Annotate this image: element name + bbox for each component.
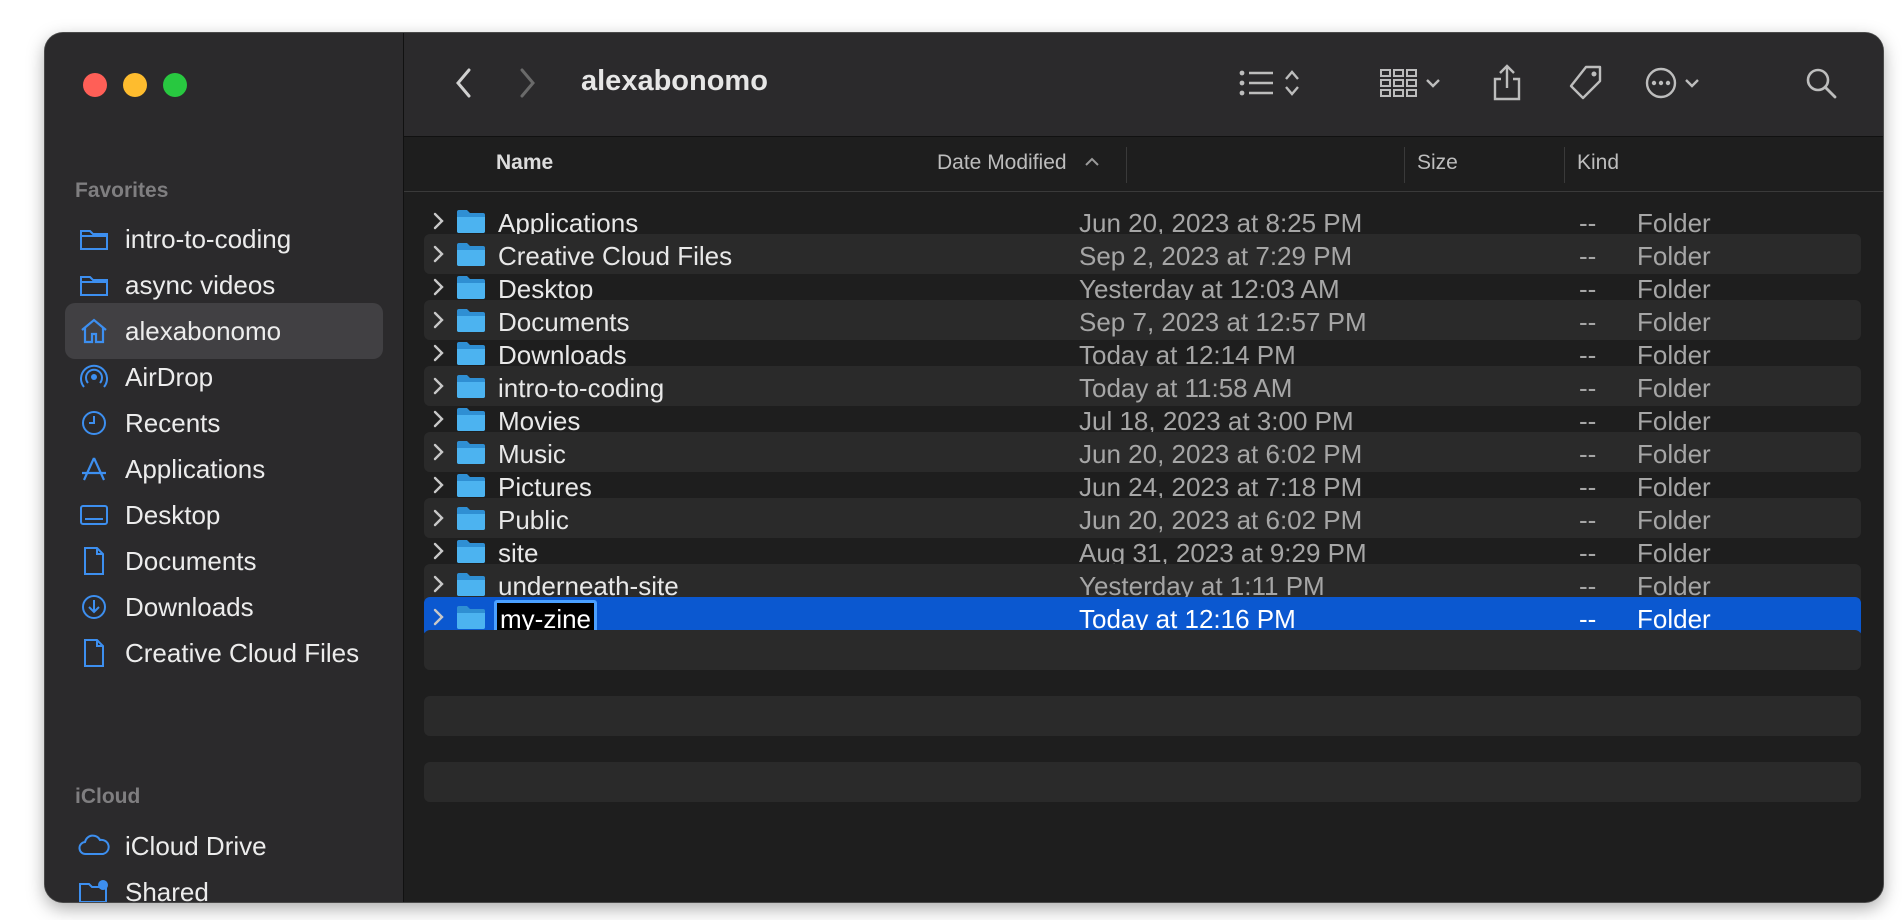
empty-row [424,762,1861,802]
tag-icon [1566,63,1606,108]
sidebar-item-creative-cloud-files[interactable]: Creative Cloud Files [65,625,383,681]
sidebar-item-label: async videos [125,269,276,300]
column-header-size[interactable]: Size [1417,151,1458,175]
cloud-icon [77,829,111,863]
folder-icon [77,222,111,256]
sidebar-item-label: Creative Cloud Files [125,637,360,668]
main-pane: alexabonomo Name Date Modified Size Kind… [404,33,1883,902]
column-header-kind[interactable]: Kind [1577,151,1619,175]
chevron-up-down-icon [1284,68,1300,103]
minimize-button[interactable] [123,73,147,97]
group-button[interactable] [1370,63,1450,107]
chevron-down-icon [1684,76,1700,94]
search-button[interactable] [1799,63,1843,107]
column-divider[interactable] [1404,147,1405,183]
favorites-section-label: Favorites [75,179,169,202]
close-button[interactable] [83,73,107,97]
list-view-icon [1238,68,1276,103]
share-icon [1491,63,1523,108]
download-icon [77,590,111,624]
more-actions-button[interactable] [1636,63,1708,107]
sidebar-item-label: intro-to-coding [125,223,292,254]
tags-button[interactable] [1562,61,1610,109]
shared-folder-icon [77,875,111,902]
ellipsis-circle-icon [1644,66,1678,105]
grid-icon [1379,67,1419,104]
share-button[interactable] [1485,61,1529,109]
sidebar-item-label: Documents [125,545,257,576]
document-icon [77,544,111,578]
column-divider[interactable] [1564,147,1565,183]
sidebar-item-label: Applications [125,453,266,484]
applications-icon [77,452,111,486]
empty-row [424,630,1861,670]
sidebar-item-label: iCloud Drive [125,830,267,861]
column-divider[interactable] [1126,147,1127,183]
view-options-button[interactable] [1229,63,1309,107]
sidebar-item-label: Recents [125,407,221,438]
clock-icon [77,406,111,440]
sidebar-item-label: alexabonomo [125,315,282,346]
window-controls [83,73,187,97]
sidebar-item-label: Shared [125,876,209,903]
chevron-right-icon [516,66,538,105]
toolbar: alexabonomo [404,33,1883,137]
chevron-down-icon [1425,76,1441,94]
sidebar-item-label: Downloads [125,591,254,622]
back-button[interactable] [444,65,484,105]
zoom-button[interactable] [163,73,187,97]
window-title: alexabonomo [581,65,768,97]
forward-button[interactable] [507,65,547,105]
desktop-icon [77,498,111,532]
sidebar-item-label: Desktop [125,499,221,530]
folder-icon [77,268,111,302]
column-header-date[interactable]: Date Modified [937,151,1067,175]
sidebar-item-label: AirDrop [125,361,214,392]
column-header-bar: Name Date Modified Size Kind [404,137,1883,192]
finder-window: Favorites intro-to-coding async videos a… [45,33,1883,902]
sidebar: Favorites intro-to-coding async videos a… [45,33,404,902]
icloud-section-label: iCloud [75,785,141,808]
search-icon [1804,66,1838,105]
file-icon [77,636,111,670]
sidebar-item-shared[interactable]: Shared [65,864,383,902]
airdrop-icon [77,360,111,394]
empty-row [424,696,1861,736]
column-header-name[interactable]: Name [496,151,553,175]
chevron-left-icon [453,66,475,105]
home-icon [77,314,111,348]
sort-ascending-icon[interactable] [1084,155,1100,173]
